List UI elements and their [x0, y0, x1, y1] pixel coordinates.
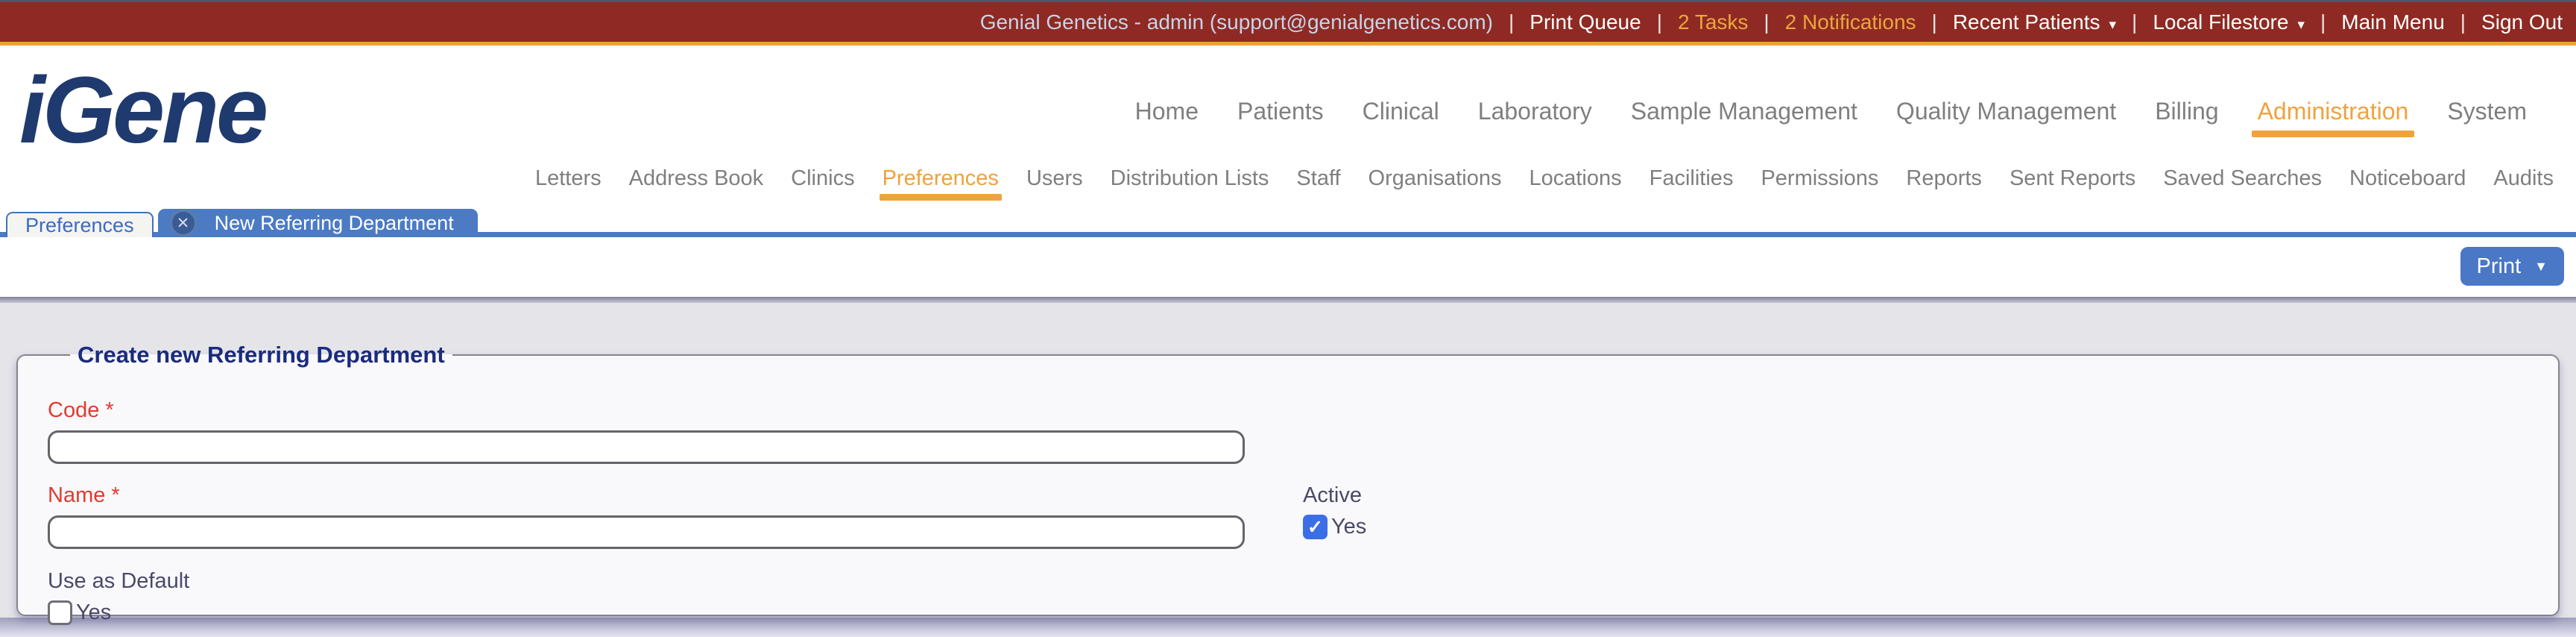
toolbar-divider — [0, 297, 2576, 303]
nav-patients[interactable]: Patients — [1237, 98, 1324, 137]
nav-sample-management[interactable]: Sample Management — [1631, 98, 1857, 137]
subnav-locations[interactable]: Locations — [1529, 166, 1621, 201]
separator: | — [2460, 10, 2466, 34]
content-area: Create new Referring Department Code * N… — [0, 303, 2576, 637]
subnav-sent-reports[interactable]: Sent Reports — [2010, 166, 2135, 201]
code-input[interactable] — [48, 430, 1245, 464]
topbar-link-sign-out[interactable]: Sign Out — [2481, 10, 2563, 34]
page: Genial Genetics - admin (support@genialg… — [0, 0, 2576, 637]
topbar-link-notifications[interactable]: 2 Notifications — [1785, 10, 1916, 34]
primary-nav: Home Patients Clinical Laboratory Sample… — [1135, 98, 2527, 137]
check-icon: ✓ — [1307, 516, 1323, 538]
brand-logo[interactable]: iGene — [19, 56, 268, 164]
separator: | — [1656, 10, 1662, 34]
use-as-default-label: Use as Default — [48, 569, 190, 593]
subnav-saved-searches[interactable]: Saved Searches — [2163, 166, 2322, 201]
name-field-group: Name * — [48, 483, 1245, 549]
topbar-link-main-menu[interactable]: Main Menu — [2341, 10, 2445, 34]
topbar-link-tasks[interactable]: 2 Tasks — [1678, 10, 1748, 34]
nav-home[interactable]: Home — [1135, 98, 1199, 137]
topbar: Genial Genetics - admin (support@genialg… — [0, 2, 2576, 42]
use-as-default-option-label: Yes — [76, 600, 112, 624]
subnav-preferences[interactable]: Preferences — [879, 166, 1003, 201]
name-active-row: Name * Active ✓ Yes — [48, 483, 2528, 549]
nav-administration[interactable]: Administration — [2251, 98, 2415, 137]
close-icon[interactable]: ✕ — [169, 210, 197, 236]
active-checkbox[interactable]: ✓ — [1303, 515, 1328, 539]
name-label: Name * — [48, 483, 120, 507]
nav-billing[interactable]: Billing — [2155, 98, 2218, 137]
tab-bar: Preferences ✕ New Referring Department — [0, 207, 2576, 237]
required-marker: * — [105, 398, 114, 422]
create-referring-department-panel: Create new Referring Department Code * N… — [16, 342, 2560, 625]
subnav-organisations[interactable]: Organisations — [1368, 166, 1502, 201]
panel-title: Create new Referring Department — [78, 342, 445, 368]
caret-down-icon: ▾ — [2109, 16, 2117, 33]
print-button[interactable]: Print ▼ — [2460, 247, 2564, 286]
active-checkbox-row: ✓ Yes — [1303, 515, 1366, 539]
account-info: Genial Genetics - admin (support@genialg… — [979, 10, 1493, 34]
active-field-group: Active ✓ Yes — [1303, 483, 1366, 539]
subnav-audits[interactable]: Audits — [2493, 166, 2554, 201]
subnav-address-book[interactable]: Address Book — [629, 166, 764, 201]
nav-system[interactable]: System — [2447, 98, 2527, 137]
subnav-staff[interactable]: Staff — [1296, 166, 1340, 201]
subnav-distribution-lists[interactable]: Distribution Lists — [1111, 166, 1269, 201]
subnav-noticeboard[interactable]: Noticeboard — [2349, 166, 2466, 201]
active-label: Active — [1303, 483, 1362, 507]
caret-down-icon: ▾ — [2297, 16, 2305, 33]
subnav-permissions[interactable]: Permissions — [1761, 166, 1878, 201]
separator: | — [2320, 10, 2326, 34]
nav-clinical[interactable]: Clinical — [1363, 98, 1439, 137]
subnav-letters[interactable]: Letters — [535, 166, 602, 201]
tab-preferences[interactable]: Preferences — [6, 212, 154, 237]
use-as-default-checkbox[interactable]: ✓ — [48, 600, 72, 625]
name-input[interactable] — [48, 515, 1245, 549]
separator: | — [1931, 10, 1937, 34]
subnav-facilities[interactable]: Facilities — [1650, 166, 1734, 201]
topbar-link-recent-patients[interactable]: Recent Patients ▾ — [1953, 10, 2116, 34]
subnav-clinics[interactable]: Clinics — [791, 166, 854, 201]
caret-down-icon: ▼ — [2534, 258, 2548, 274]
topbar-link-local-filestore[interactable]: Local Filestore ▾ — [2153, 10, 2305, 34]
tab-new-referring-department[interactable]: ✕ New Referring Department — [157, 209, 478, 237]
use-as-default-checkbox-row: ✓ Yes — [48, 600, 2528, 625]
subnav-reports[interactable]: Reports — [1906, 166, 1982, 201]
separator: | — [1508, 10, 1515, 34]
header: iGene Home Patients Clinical Laboratory … — [0, 46, 2576, 236]
separator: | — [1764, 10, 1770, 34]
nav-quality-management[interactable]: Quality Management — [1896, 98, 2116, 137]
required-marker: * — [111, 483, 120, 507]
topbar-link-print-queue[interactable]: Print Queue — [1530, 10, 1641, 34]
subnav-users[interactable]: Users — [1026, 166, 1083, 201]
code-label: Code * — [48, 398, 114, 422]
use-as-default-field-group: Use as Default ✓ Yes — [48, 569, 2528, 625]
nav-laboratory[interactable]: Laboratory — [1478, 98, 1592, 137]
active-option-label: Yes — [1331, 515, 1367, 539]
code-field-group: Code * — [48, 398, 2528, 464]
toolbar: Print ▼ — [0, 237, 2576, 297]
separator: | — [2132, 10, 2138, 34]
secondary-nav: Letters Address Book Clinics Preferences… — [535, 166, 2554, 201]
